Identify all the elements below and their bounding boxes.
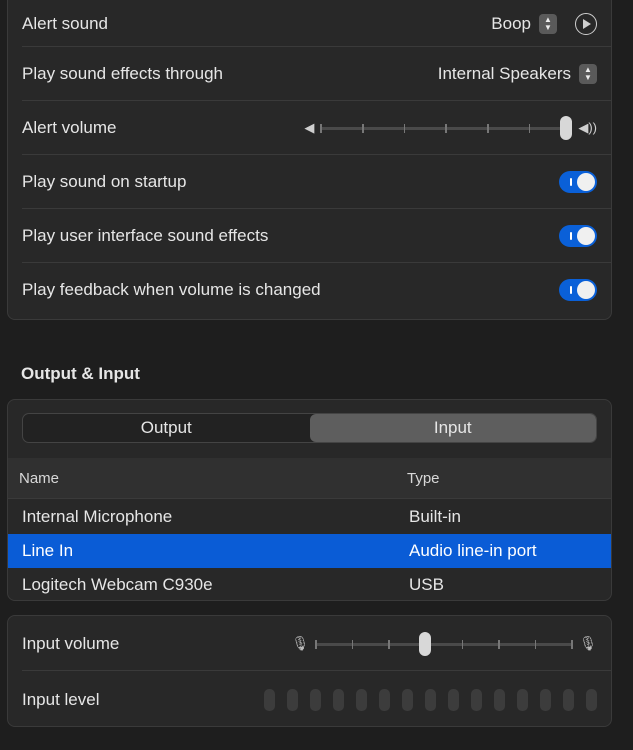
input-level-segment [563, 688, 574, 711]
slider-tick [498, 639, 500, 649]
ui-effects-row: Play user interface sound effects [8, 209, 611, 263]
slider-tick [461, 639, 463, 649]
alert-sound-popup-icon[interactable]: ▲ ▼ [539, 14, 557, 34]
input-level-row: Input level [8, 671, 611, 726]
alert-volume-slider[interactable] [320, 116, 573, 140]
slider-thumb[interactable] [560, 116, 573, 140]
column-name-header[interactable]: Name [19, 470, 59, 487]
slider-tick [445, 124, 447, 133]
device-table-header: Name Type [8, 458, 611, 499]
device-name: Internal Microphone [22, 507, 173, 526]
alert-sound-label: Alert sound [22, 14, 108, 33]
speaker-low-icon: ◀ [304, 120, 315, 135]
input-level-segment [287, 688, 298, 711]
table-row[interactable]: Line In Audio line-in port [8, 534, 611, 568]
sound-settings-panel: Alert sound Boop ▲ ▼ Play sound effects t… [7, 0, 612, 320]
input-volume-row: Input volume 🎙 🎙 [8, 616, 611, 671]
output-input-panel: Output Input Name Type Internal Micropho… [7, 399, 612, 601]
feedback-row: Play feedback when volume is changed [8, 263, 611, 317]
input-volume-panel: Input volume 🎙 🎙 Input level [7, 615, 612, 727]
input-level-segment [494, 688, 505, 711]
input-level-meter [264, 688, 597, 711]
output-input-segmented-control: Output Input [22, 413, 597, 443]
play-through-popup-icon[interactable]: ▲ ▼ [579, 64, 597, 84]
input-level-segment [586, 688, 597, 711]
input-level-segment [540, 688, 551, 711]
feedback-toggle[interactable] [559, 279, 597, 301]
play-through-row: Play sound effects through Internal Spea… [8, 47, 611, 101]
play-through-value[interactable]: Internal Speakers [438, 64, 571, 84]
slider-tick [487, 124, 489, 133]
slider-tick [388, 639, 390, 649]
input-level-segment [402, 688, 413, 711]
device-type: Audio line-in port [409, 541, 537, 560]
feedback-label: Play feedback when volume is changed [22, 280, 321, 299]
slider-tick [534, 639, 537, 649]
input-volume-slider[interactable] [315, 631, 574, 656]
output-input-title: Output & Input [21, 364, 140, 383]
input-volume-label: Input volume [22, 633, 120, 653]
slider-tick [528, 124, 531, 133]
column-type-header[interactable]: Type [407, 470, 440, 487]
speaker-high-icon: ◀)) [578, 120, 597, 135]
device-name: Line In [22, 541, 74, 560]
tab-input[interactable]: Input [309, 414, 596, 442]
startup-row: Play sound on startup [8, 155, 611, 209]
device-type: Built-in [409, 507, 461, 526]
input-level-segment [379, 688, 390, 711]
device-name: Logitech Webcam C930e [22, 575, 213, 594]
slider-tick [362, 124, 364, 133]
alert-volume-label: Alert volume [22, 118, 117, 137]
table-row[interactable]: Internal Microphone Built-in [8, 500, 611, 534]
slider-tick [403, 124, 406, 133]
table-row[interactable]: Logitech Webcam C930e USB [8, 568, 611, 600]
slider-tick [320, 124, 322, 133]
device-type: USB [409, 575, 444, 594]
alert-sound-value[interactable]: Boop [491, 14, 531, 34]
input-level-segment [448, 688, 459, 711]
play-alert-sound-icon[interactable] [575, 13, 597, 35]
slider-tick [571, 639, 573, 649]
input-level-segment [356, 688, 367, 711]
tab-output[interactable]: Output [23, 414, 310, 442]
microphone-low-icon: 🎙 [291, 635, 310, 651]
startup-toggle[interactable] [559, 171, 597, 193]
input-level-label: Input level [22, 689, 100, 709]
input-level-segment [425, 688, 436, 711]
alert-sound-row: Alert sound Boop ▲ ▼ [8, 0, 611, 47]
startup-label: Play sound on startup [22, 172, 187, 191]
input-level-segment [264, 688, 275, 711]
input-level-segment [310, 688, 321, 711]
slider-tick [351, 639, 354, 649]
slider-tick [315, 639, 317, 649]
input-level-segment [333, 688, 344, 711]
microphone-high-icon: 🎙 [579, 635, 597, 651]
play-through-label: Play sound effects through [22, 64, 223, 83]
ui-effects-label: Play user interface sound effects [22, 226, 269, 245]
input-level-segment [471, 688, 482, 711]
ui-effects-toggle[interactable] [559, 225, 597, 247]
alert-volume-row: Alert volume ◀ ◀)) [8, 101, 611, 155]
slider-thumb[interactable] [418, 631, 431, 656]
input-level-segment [517, 688, 528, 711]
